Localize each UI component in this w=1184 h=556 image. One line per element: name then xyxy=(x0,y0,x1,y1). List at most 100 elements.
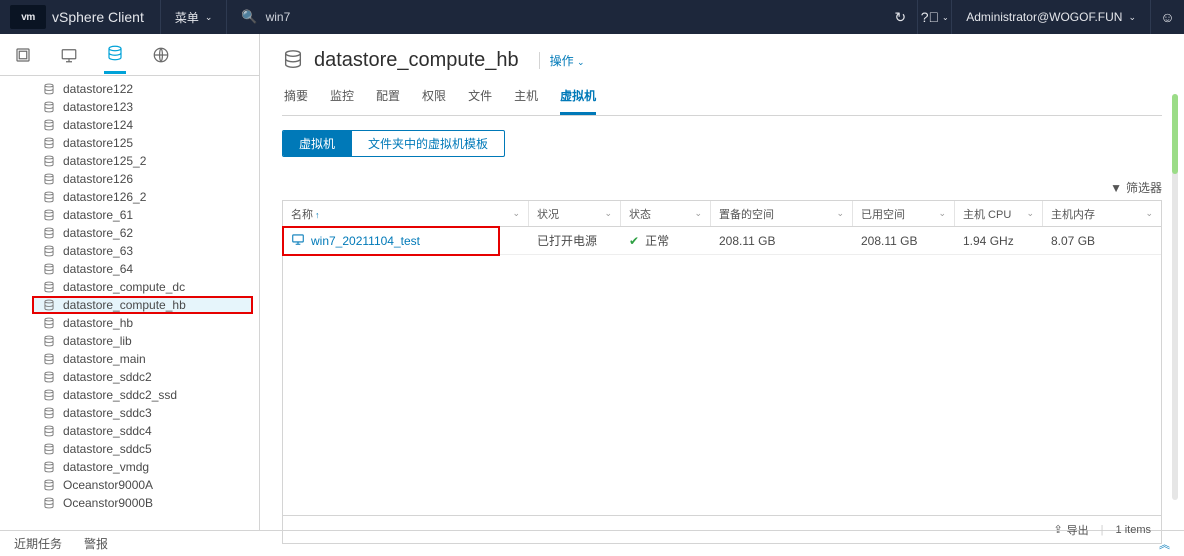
tree-item-datastore_sddc4[interactable]: datastore_sddc4 xyxy=(0,422,259,440)
datastore-icon xyxy=(42,334,60,348)
tree-item-datastore_hb[interactable]: datastore_hb xyxy=(0,314,259,332)
datastore-icon xyxy=(42,298,60,312)
tree-item-datastore_64[interactable]: datastore_64 xyxy=(0,260,259,278)
chevron-down-icon: ⌄ xyxy=(512,208,520,219)
tab-权限[interactable]: 权限 xyxy=(422,87,446,115)
tree-item-datastore_lib[interactable]: datastore_lib xyxy=(0,332,259,350)
tab-文件[interactable]: 文件 xyxy=(468,87,492,115)
app-title: vSphere Client xyxy=(52,9,144,25)
tree-item-label: datastore122 xyxy=(63,82,133,96)
tree-item-datastore_sddc2_ssd[interactable]: datastore_sddc2_ssd xyxy=(0,386,259,404)
search-icon: 🔍 xyxy=(241,9,257,25)
filter-button[interactable]: ▼筛选器 xyxy=(260,157,1184,200)
chevron-down-icon: ⌄ xyxy=(1128,12,1136,23)
datastore-icon xyxy=(42,244,60,258)
chevron-down-icon: ⌄ xyxy=(1026,208,1034,219)
tab-主机[interactable]: 主机 xyxy=(514,87,538,115)
user-menu[interactable]: Administrator@WOGOF.FUN⌄ xyxy=(951,0,1150,34)
smiley-button[interactable]: ☺ xyxy=(1150,0,1184,34)
column-status[interactable]: 状况⌄ xyxy=(529,201,621,226)
tree-item-label: datastore_compute_hb xyxy=(63,298,186,312)
tab-摘要[interactable]: 摘要 xyxy=(284,87,308,115)
chevron-down-icon: ⌄ xyxy=(604,208,612,219)
tree-item-datastore_sddc5[interactable]: datastore_sddc5 xyxy=(0,440,259,458)
tree-item-label: Oceanstor9000B xyxy=(63,496,153,510)
tree-item-label: datastore126_2 xyxy=(63,190,146,204)
tree-item-datastore_main[interactable]: datastore_main xyxy=(0,350,259,368)
tree-item-datastore125[interactable]: datastore125 xyxy=(0,134,259,152)
tree-item-datastore_62[interactable]: datastore_62 xyxy=(0,224,259,242)
datastore-icon xyxy=(282,48,304,73)
tree-item-label: datastore_62 xyxy=(63,226,133,240)
subtab-虚拟机[interactable]: 虚拟机 xyxy=(283,131,351,156)
chevron-down-icon: ⌄ xyxy=(577,57,585,67)
recent-tasks-tab[interactable]: 近期任务 xyxy=(14,535,62,552)
subtab-文件夹中的虚拟机模板[interactable]: 文件夹中的虚拟机模板 xyxy=(351,131,504,156)
tree-item-Oceanstor9000B[interactable]: Oceanstor9000B xyxy=(0,494,259,512)
tree-item-datastore123[interactable]: datastore123 xyxy=(0,98,259,116)
tree-item-label: datastore_61 xyxy=(63,208,133,222)
tree-item-datastore_compute_dc[interactable]: datastore_compute_dc xyxy=(0,278,259,296)
datastore-icon xyxy=(42,352,60,366)
datastore-icon xyxy=(42,406,60,420)
tree-item-datastore_compute_hb[interactable]: datastore_compute_hb xyxy=(32,296,253,314)
chevron-down-icon: ⌄ xyxy=(694,208,702,219)
vm-name-link[interactable]: win7_20211104_test xyxy=(311,234,420,248)
datastore-tree[interactable]: datastore122datastore123datastore124data… xyxy=(0,76,259,530)
tree-item-datastore126[interactable]: datastore126 xyxy=(0,170,259,188)
cell-provisioned: 208.11 GB xyxy=(711,234,853,248)
inventory-tab-datastores[interactable] xyxy=(104,36,126,74)
table-footer: ⇪导出 | 1 items xyxy=(283,515,1161,543)
items-count: 1 items xyxy=(1116,524,1151,536)
chevron-down-icon: ⌄ xyxy=(1145,208,1153,219)
menu-dropdown[interactable]: 菜单⌄ xyxy=(160,0,228,34)
tree-item-datastore126_2[interactable]: datastore126_2 xyxy=(0,188,259,206)
refresh-button[interactable]: ↻ xyxy=(883,0,917,34)
vm-icon xyxy=(291,232,305,249)
table-row[interactable]: win7_20211104_test已打开电源✔ 正常208.11 GB208.… xyxy=(283,227,1161,255)
inventory-tab-vms[interactable] xyxy=(58,36,80,74)
alarms-tab[interactable]: 警报 xyxy=(84,535,108,552)
column-name[interactable]: 名称↑⌄ xyxy=(283,201,529,226)
datastore-icon xyxy=(42,226,60,240)
tree-item-datastore125_2[interactable]: datastore125_2 xyxy=(0,152,259,170)
sort-asc-icon: ↑ xyxy=(315,210,320,220)
column-cpu[interactable]: 主机 CPU⌄ xyxy=(955,201,1043,226)
tab-虚拟机[interactable]: 虚拟机 xyxy=(560,87,596,115)
datastore-icon xyxy=(42,496,60,510)
tree-item-datastore_sddc3[interactable]: datastore_sddc3 xyxy=(0,404,259,422)
tree-item-datastore124[interactable]: datastore124 xyxy=(0,116,259,134)
actions-menu[interactable]: 操作 ⌄ xyxy=(539,52,585,69)
filter-icon: ▼ xyxy=(1110,181,1122,195)
datastore-icon xyxy=(42,370,60,384)
inventory-tab-networks[interactable] xyxy=(150,36,172,74)
tab-监控[interactable]: 监控 xyxy=(330,87,354,115)
tab-配置[interactable]: 配置 xyxy=(376,87,400,115)
column-mem[interactable]: 主机内存⌄ xyxy=(1043,201,1161,226)
tree-item-datastore_sddc2[interactable]: datastore_sddc2 xyxy=(0,368,259,386)
search-input[interactable]: 🔍 win7 xyxy=(227,0,304,34)
inventory-sidebar: datastore122datastore123datastore124data… xyxy=(0,34,260,530)
cell-mem: 8.07 GB xyxy=(1043,234,1161,248)
column-state[interactable]: 状态⌄ xyxy=(621,201,711,226)
help-button[interactable]: ?⃝⌄ xyxy=(917,0,951,34)
tree-item-label: datastore123 xyxy=(63,100,133,114)
export-button[interactable]: ⇪导出 xyxy=(1053,522,1088,538)
tree-item-label: datastore_main xyxy=(63,352,146,366)
datastore-icon xyxy=(42,208,60,222)
tree-item-datastore122[interactable]: datastore122 xyxy=(0,80,259,98)
inventory-tab-hosts[interactable] xyxy=(12,36,34,74)
tree-item-datastore_61[interactable]: datastore_61 xyxy=(0,206,259,224)
scrollbar[interactable] xyxy=(1172,94,1178,500)
check-icon: ✔ xyxy=(629,234,639,248)
tree-item-datastore_vmdg[interactable]: datastore_vmdg xyxy=(0,458,259,476)
vmware-logo: vm xyxy=(10,5,46,29)
tree-item-label: datastore_64 xyxy=(63,262,133,276)
tree-item-Oceanstor9000A[interactable]: Oceanstor9000A xyxy=(0,476,259,494)
datastore-icon xyxy=(42,118,60,132)
column-used[interactable]: 已用空间⌄ xyxy=(853,201,955,226)
tree-item-datastore_63[interactable]: datastore_63 xyxy=(0,242,259,260)
column-provisioned[interactable]: 置备的空间⌄ xyxy=(711,201,853,226)
tree-item-label: datastore_hb xyxy=(63,316,133,330)
datastore-icon xyxy=(42,424,60,438)
